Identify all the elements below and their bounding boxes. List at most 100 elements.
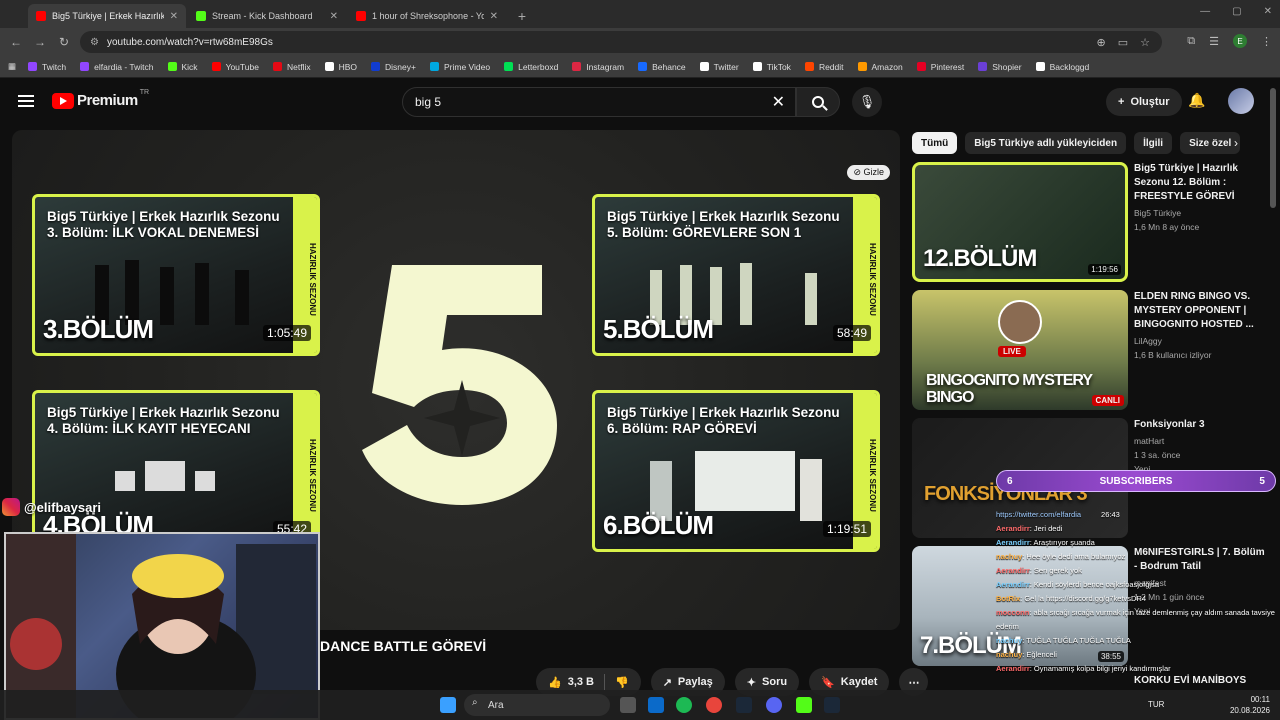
recommendation-channel[interactable]: LilAggy: [1134, 336, 1268, 346]
recommendation-channel[interactable]: Big5 Türkiye: [1134, 208, 1268, 218]
recommendation-item[interactable]: LIVE BINGOGNITO MYSTERY BINGO CANLI ELDE…: [912, 290, 1268, 410]
recommendation-item[interactable]: 12.BÖLÜM 1:19:56 Big5 Türkiye | Hazırlık…: [912, 162, 1268, 282]
chat-username: Aerandirr: [996, 524, 1030, 533]
bookmark-item[interactable]: TikTok: [752, 62, 791, 72]
recommendation-thumbnail[interactable]: 12.BÖLÜM 1:19:56: [912, 162, 1128, 282]
create-button[interactable]: + Oluştur: [1106, 88, 1182, 116]
hamburger-menu-icon[interactable]: [18, 95, 34, 107]
close-tab-icon[interactable]: ✕: [170, 11, 178, 22]
recommendation-thumbnail[interactable]: LIVE BINGOGNITO MYSTERY BINGO CANLI: [912, 290, 1128, 410]
bookmark-item[interactable]: Disney+: [371, 62, 416, 72]
steam-icon[interactable]: [736, 697, 752, 713]
search-input[interactable]: big 5 ✕: [402, 87, 796, 117]
clear-search-icon[interactable]: ✕: [772, 92, 785, 112]
kick-favicon-icon: [196, 11, 206, 21]
bookmark-label: HBO: [338, 61, 358, 72]
endcard-video[interactable]: Big5 Türkiye | Erkek Hazırlık Sezonu 5. …: [592, 194, 880, 356]
kick-icon[interactable]: [796, 697, 812, 713]
chip-uploader[interactable]: Big5 Türkiye adlı yükleyiciden: [965, 132, 1127, 154]
endcard-video[interactable]: Big5 Türkiye | Erkek Hazırlık Sezonu 3. …: [32, 194, 320, 356]
new-tab-icon[interactable]: +: [512, 6, 532, 26]
sparkle-icon: ✦: [746, 676, 757, 689]
share-label: Paylaş: [677, 676, 713, 688]
ask-label: Soru: [762, 676, 788, 688]
bookmark-item[interactable]: Shopier: [978, 62, 1022, 72]
keyboard-language[interactable]: TUR: [1148, 700, 1164, 709]
profile-avatar[interactable]: E: [1233, 34, 1247, 48]
chip-related[interactable]: İlgili: [1134, 132, 1173, 154]
zoom-icon[interactable]: ⊕: [1097, 36, 1106, 49]
minimize-icon[interactable]: —: [1200, 6, 1210, 17]
bookmark-item[interactable]: Pinterest: [916, 62, 964, 72]
bookmark-item[interactable]: HBO: [324, 61, 358, 72]
steam-app-icon[interactable]: [824, 697, 840, 713]
recommendation-title[interactable]: KORKU EVİ MANİBOYS: [1134, 674, 1268, 688]
endcard-video[interactable]: Big5 Türkiye | Erkek Hazırlık Sezonu 6. …: [592, 390, 880, 552]
maximize-icon[interactable]: ▢: [1232, 6, 1241, 17]
bookmark-item[interactable]: Instagram: [572, 62, 624, 72]
bookmark-star-icon[interactable]: ☆: [1140, 36, 1150, 49]
chat-message: nachuy: Hee öyle dedi ama bulamıyoz: [996, 550, 1280, 564]
chat-text: : Eğlenceli: [1022, 650, 1057, 659]
back-icon[interactable]: ←: [4, 35, 28, 49]
search-button[interactable]: [796, 87, 840, 117]
bookmark-item[interactable]: Prime Video: [429, 62, 490, 72]
spotify-icon[interactable]: [676, 697, 692, 713]
forward-icon[interactable]: →: [28, 35, 52, 49]
bookmark-favicon-icon: [28, 62, 38, 71]
bookmark-item[interactable]: Letterboxd: [504, 62, 558, 72]
reload-icon[interactable]: ↻: [52, 35, 76, 49]
url-field[interactable]: ⚙ youtube.com/watch?v=rtw68mE98Gs ⊕ ▭ ☆: [80, 31, 1162, 53]
recommendation-title[interactable]: Big5 Türkiye | Hazırlık Sezonu 12. Bölüm…: [1134, 162, 1268, 204]
windows-start-icon[interactable]: [440, 697, 456, 713]
voice-search-button[interactable]: 🎙: [852, 87, 882, 117]
browser-toolbar-right: ⧉ ☰ E ⋮: [1187, 34, 1272, 48]
video-title: DANCE BATTLE GÖREVİ: [320, 638, 487, 654]
hide-endscreen-button[interactable]: ⊘ Gizle: [847, 165, 890, 180]
thumbs-down-icon[interactable]: 👎: [615, 676, 629, 689]
chip-all[interactable]: Tümü: [912, 132, 958, 154]
recommendation-channel[interactable]: matHart: [1134, 436, 1268, 446]
recommendation-title[interactable]: Fonksiyonlar 3: [1134, 418, 1268, 432]
discord-icon[interactable]: [766, 697, 782, 713]
bookmark-item[interactable]: elfardia - Twitch: [80, 62, 154, 72]
bookmark-item[interactable]: Kick: [167, 62, 198, 72]
browser-menu-icon[interactable]: ⋮: [1261, 35, 1272, 48]
system-clock[interactable]: 00:11 20.08.2026: [1230, 694, 1270, 716]
reading-list-icon[interactable]: ☰: [1209, 35, 1219, 48]
page-scrollbar[interactable]: [1270, 88, 1276, 208]
chip-for-you[interactable]: Size özel: [1180, 132, 1241, 154]
bookmark-item[interactable]: YouTube: [211, 62, 259, 72]
chevron-right-icon[interactable]: ›: [1234, 136, 1238, 150]
account-avatar[interactable]: [1228, 88, 1254, 114]
plus-icon: +: [1118, 96, 1125, 108]
chat-username: BotRix: [996, 594, 1021, 603]
bookmark-item[interactable]: Behance: [638, 62, 686, 72]
bookmark-item[interactable]: Amazon: [857, 62, 903, 72]
recommendation-title[interactable]: ELDEN RING BINGO VS. MYSTERY OPPONENT | …: [1134, 290, 1268, 332]
close-tab-icon[interactable]: ✕: [490, 11, 498, 22]
browser-tab[interactable]: 1 hour of Shreksophone - YouTube ✕: [348, 4, 506, 28]
endcard-video[interactable]: Big5 Türkiye | Erkek Hazırlık Sezonu 4. …: [32, 390, 320, 552]
close-tab-icon[interactable]: ✕: [330, 11, 338, 22]
site-info-icon[interactable]: ⚙: [90, 37, 99, 48]
subscribers-label: SUBSCRIBERS: [1099, 475, 1173, 487]
apps-icon[interactable]: ▦: [8, 61, 16, 72]
task-view-icon[interactable]: [620, 697, 636, 713]
bookmark-item[interactable]: Reddit: [804, 62, 844, 72]
outlook-icon[interactable]: [648, 697, 664, 713]
bookmark-item[interactable]: Twitch: [28, 62, 66, 72]
taskbar-search[interactable]: ⌕ Ara: [464, 694, 610, 716]
chat-username: nachuy: [996, 552, 1023, 561]
browser-tab[interactable]: Stream - Kick Dashboard ✕: [188, 4, 346, 28]
youtube-logo[interactable]: Premium TR: [52, 89, 149, 109]
close-window-icon[interactable]: ✕: [1264, 6, 1272, 17]
bookmark-item[interactable]: Twitter: [699, 62, 739, 72]
cast-icon[interactable]: ▭: [1118, 36, 1128, 49]
browser-tab[interactable]: Big5 Türkiye | Erkek Hazırlık Sezonu ✕: [28, 4, 186, 28]
extensions-icon[interactable]: ⧉: [1187, 35, 1195, 48]
notifications-bell-icon[interactable]: 🔔: [1188, 92, 1205, 109]
bookmark-item[interactable]: Backloggd: [1035, 62, 1089, 72]
bookmark-item[interactable]: Netflix: [272, 62, 311, 72]
chrome-icon[interactable]: [706, 697, 722, 713]
